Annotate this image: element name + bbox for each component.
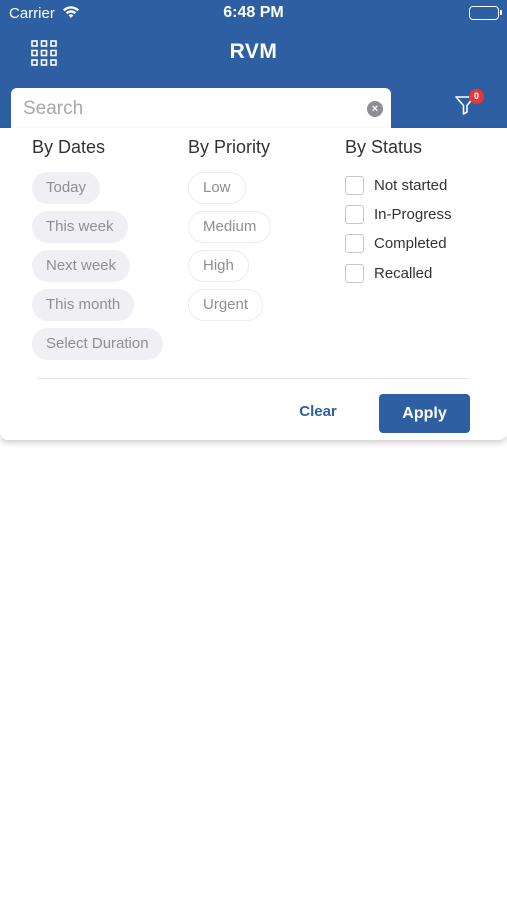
nav-bar: RVM (0, 28, 507, 80)
dates-filter-column: By Dates Today This week Next week This … (32, 128, 182, 360)
clear-search-icon[interactable]: × (367, 101, 383, 117)
search-row: × 0 (0, 80, 507, 130)
search-box: × (11, 88, 391, 130)
apply-button[interactable]: Apply (379, 394, 470, 433)
clear-button[interactable]: Clear (286, 395, 350, 429)
priority-chip-high[interactable]: High (188, 250, 249, 282)
priority-chip-medium[interactable]: Medium (188, 211, 272, 243)
date-chip-select-duration[interactable]: Select Duration (32, 328, 163, 360)
status-option-label: Not started (374, 177, 448, 194)
status-heading: By Status (345, 137, 423, 157)
status-bar: Carrier 6:48 PM (0, 0, 507, 28)
priority-filter-column: By Priority Low Medium High Urgent (188, 128, 338, 321)
priority-heading: By Priority (188, 137, 271, 157)
panel-divider (37, 378, 469, 379)
clock-time: 6:48 PM (223, 4, 284, 21)
date-chip-this-week[interactable]: This week (32, 211, 128, 243)
status-option-label: In-Progress (374, 206, 452, 223)
priority-chip-low[interactable]: Low (188, 172, 246, 204)
search-input[interactable] (23, 96, 353, 122)
date-chip-today[interactable]: Today (32, 172, 101, 204)
priority-chip-urgent[interactable]: Urgent (188, 289, 264, 321)
checkbox[interactable] (345, 264, 364, 283)
page-title: RVM (229, 40, 278, 63)
filter-panel: By Dates Today This week Next week This … (0, 128, 507, 440)
checkbox[interactable] (345, 176, 364, 195)
date-chip-next-week[interactable]: Next week (32, 250, 131, 282)
battery-icon (469, 6, 502, 20)
checkbox[interactable] (345, 205, 364, 224)
date-chip-this-month[interactable]: This month (32, 289, 135, 321)
status-option-label: Recalled (374, 265, 433, 282)
status-option-label: Completed (374, 235, 447, 252)
status-filter-column: By Status Not started In-Progress Comple… (345, 128, 505, 283)
filter-count-badge: 0 (469, 89, 484, 104)
checkbox[interactable] (345, 234, 364, 253)
dates-heading: By Dates (32, 137, 106, 157)
